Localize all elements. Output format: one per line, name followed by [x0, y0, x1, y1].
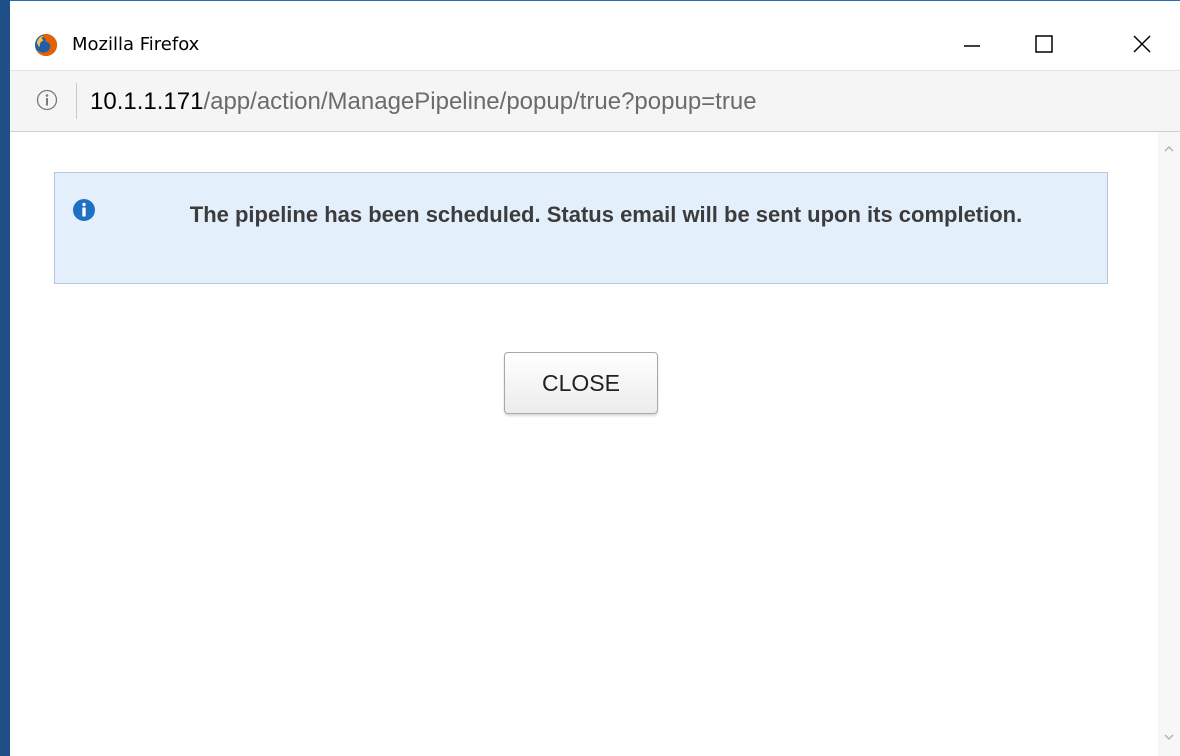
- title-bar[interactable]: Mozilla Firefox: [10, 0, 1180, 70]
- browser-popup-window: Mozilla Firefox 10.1.1.171/app/action/Ma…: [0, 0, 1180, 756]
- firefox-logo-icon: [35, 34, 57, 56]
- scroll-down-arrow-icon[interactable]: [1162, 730, 1176, 744]
- url-separator: [76, 83, 77, 119]
- info-circle-icon: [73, 199, 95, 221]
- close-icon: [1133, 35, 1151, 53]
- url-host: 10.1.1.171: [90, 88, 204, 115]
- url-path: /app/action/ManagePipeline/popup/true?po…: [203, 88, 757, 115]
- address-bar[interactable]: 10.1.1.171/app/action/ManagePipeline/pop…: [10, 70, 1180, 132]
- info-alert: The pipeline has been scheduled. Status …: [54, 172, 1108, 284]
- window-title: Mozilla Firefox: [72, 34, 200, 55]
- close-button[interactable]: CLOSE: [504, 352, 658, 414]
- page-content: The pipeline has been scheduled. Status …: [10, 132, 1158, 756]
- window-close-button[interactable]: [1110, 19, 1174, 69]
- info-icon[interactable]: [36, 89, 58, 111]
- maximize-button[interactable]: [1012, 19, 1076, 69]
- minimize-icon: [964, 45, 980, 47]
- alert-message: The pipeline has been scheduled. Status …: [189, 202, 1023, 227]
- url-text[interactable]: 10.1.1.171/app/action/ManagePipeline/pop…: [90, 85, 757, 119]
- minimize-button[interactable]: [940, 19, 1004, 69]
- maximize-icon: [1035, 35, 1053, 53]
- scroll-up-arrow-icon[interactable]: [1162, 142, 1176, 156]
- vertical-scrollbar[interactable]: [1158, 132, 1180, 756]
